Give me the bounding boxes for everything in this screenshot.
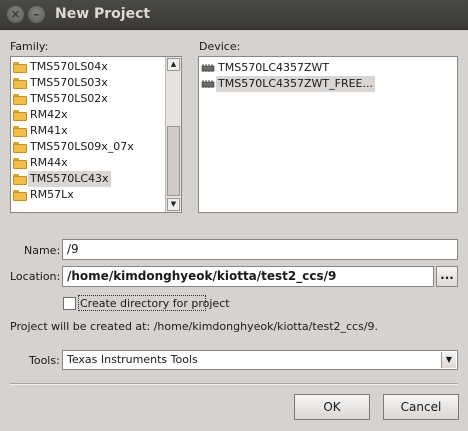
list-item[interactable]: RM44x <box>11 155 181 171</box>
folder-icon <box>13 190 27 201</box>
tools-select[interactable]: Texas Instruments Tools ▼ <box>62 350 458 370</box>
window-title: New Project <box>55 6 151 22</box>
list-item[interactable]: TMS570LS04x <box>11 59 181 75</box>
list-item-label: TMS570LS02x <box>30 92 108 105</box>
name-label: Name: <box>24 244 61 257</box>
list-item[interactable]: RM41x <box>11 123 181 139</box>
scroll-down-icon: ▼ <box>170 200 177 208</box>
open-folder-icon <box>13 174 27 185</box>
location-field[interactable]: /home/kimdonghyeok/kiotta/test2_ccs/9 <box>62 266 434 287</box>
list-item-label: RM57Lx <box>30 188 74 201</box>
family-list[interactable]: TMS570LS04x TMS570LS03x TMS570LS02x RM42x RM… <box>10 56 182 213</box>
list-item[interactable]: RM42x <box>11 107 181 123</box>
title-bar: × – New Project <box>0 0 468 30</box>
list-item[interactable]: RM57Lx <box>11 187 181 203</box>
folder-icon <box>13 142 27 153</box>
create-directory-checkbox[interactable] <box>63 297 76 310</box>
close-window-button[interactable]: × <box>7 6 24 23</box>
family-scrollbar[interactable]: ▲ ▼ <box>165 57 181 212</box>
list-item[interactable]: TMS570LS03x <box>11 75 181 91</box>
close-icon: × <box>10 7 21 21</box>
folder-icon <box>13 62 27 73</box>
chevron-down-icon[interactable]: ▼ <box>441 352 456 368</box>
tools-selected-value: Texas Instruments Tools <box>67 353 198 366</box>
scrollbar-thumb[interactable] <box>167 126 180 196</box>
device-list[interactable]: TMS570LC4357ZWT TMS570LC4357ZWT_FREE... <box>198 56 458 213</box>
list-item-label: TMS570LS09x_07x <box>30 140 134 153</box>
ok-button[interactable]: OK <box>294 394 370 420</box>
location-label: Location: <box>10 270 61 283</box>
cancel-button[interactable]: Cancel <box>383 394 459 420</box>
list-item-label: TMS570LC43x <box>28 171 111 187</box>
list-item-label: TMS570LS03x <box>30 76 108 89</box>
device-label: Device: <box>199 40 241 53</box>
name-field[interactable]: /9 <box>62 239 458 260</box>
scroll-up-button[interactable]: ▲ <box>167 58 180 71</box>
scroll-up-icon: ▲ <box>170 60 177 68</box>
folder-icon <box>13 158 27 169</box>
folder-icon <box>13 110 27 121</box>
minimize-window-button[interactable]: – <box>28 6 45 23</box>
create-directory-label[interactable]: Create directory for project <box>80 297 230 310</box>
list-item[interactable]: TMS570LS09x_07x <box>11 139 181 155</box>
folder-icon <box>13 94 27 105</box>
list-item-label: RM41x <box>30 124 68 137</box>
list-item-label: RM42x <box>30 108 68 121</box>
list-item[interactable]: TMS570LC43x <box>11 171 181 187</box>
scroll-down-button[interactable]: ▼ <box>167 198 180 211</box>
list-item-label: TMS570LC4357ZWT <box>218 61 330 74</box>
button-separator <box>10 383 458 385</box>
folder-icon <box>13 126 27 137</box>
list-item-label: RM44x <box>30 156 68 169</box>
chip-icon <box>201 64 215 72</box>
minimize-icon: – <box>33 7 40 21</box>
project-path-info: Project will be created at: /home/kimdon… <box>10 320 379 333</box>
list-item[interactable]: TMS570LC4357ZWT <box>199 60 457 76</box>
family-label: Family: <box>10 40 49 53</box>
browse-button[interactable]: ... <box>436 266 458 287</box>
list-item[interactable]: TMS570LS02x <box>11 91 181 107</box>
tools-label: Tools: <box>29 354 60 367</box>
list-item-label: TMS570LS04x <box>30 60 108 73</box>
folder-icon <box>13 78 27 89</box>
list-item-label: TMS570LC4357ZWT_FREE... <box>216 76 375 92</box>
list-item[interactable]: TMS570LC4357ZWT_FREE... <box>199 76 457 92</box>
chip-icon <box>201 80 215 88</box>
